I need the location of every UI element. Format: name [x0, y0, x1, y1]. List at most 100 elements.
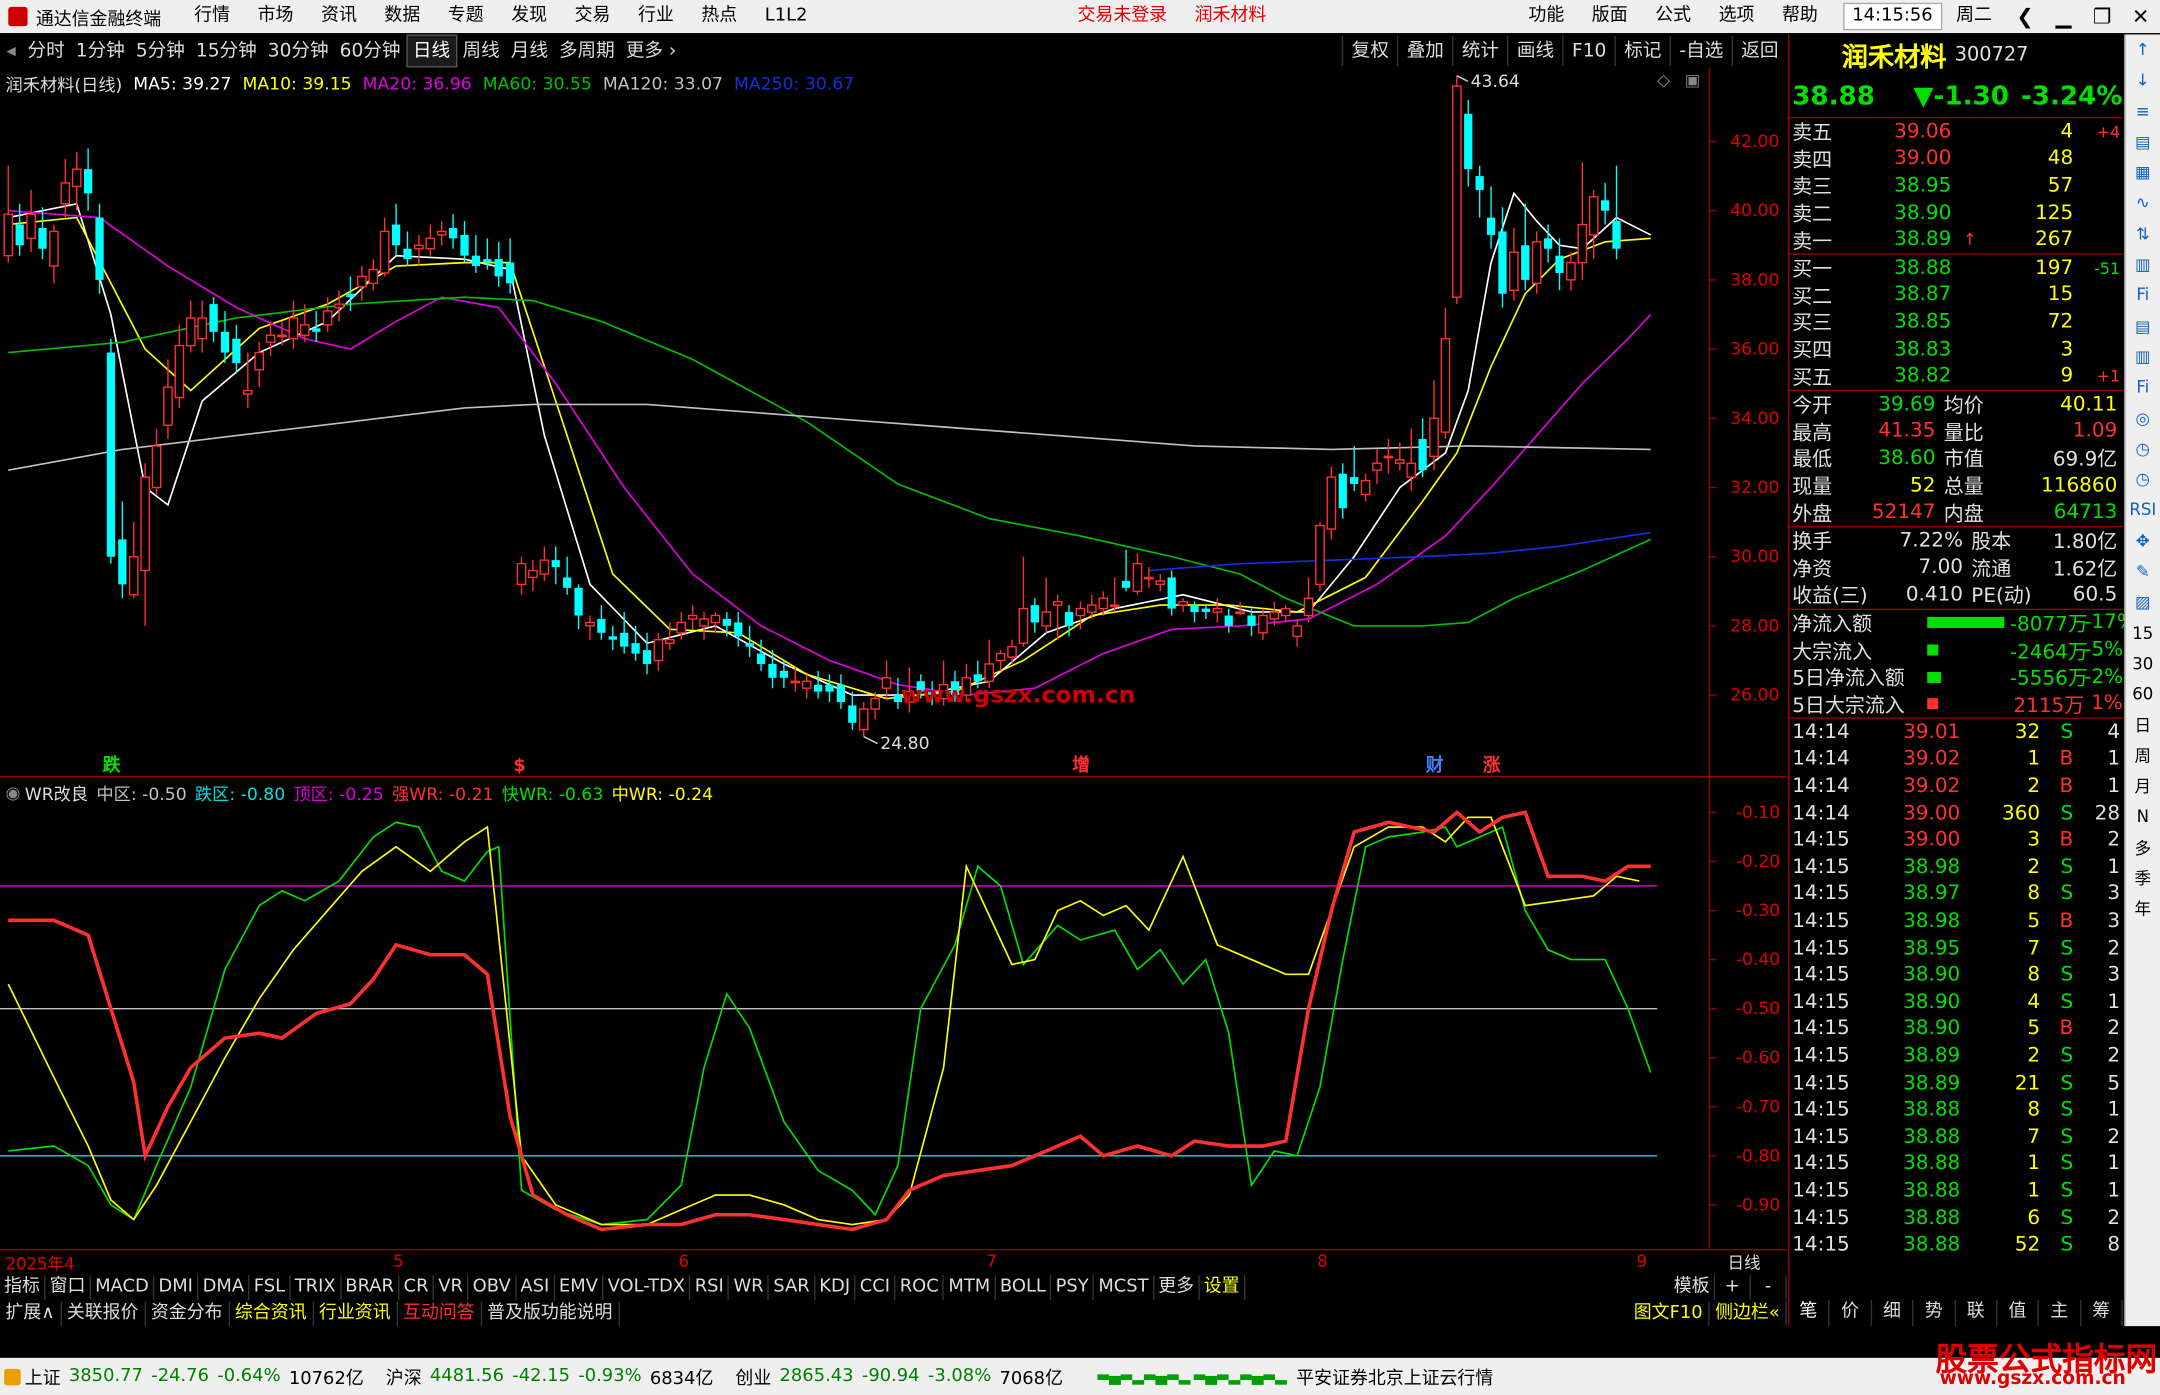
indicator-tab[interactable]: SAR [769, 1274, 816, 1300]
index-ticker[interactable]: 上证 3850.77 -24.76 -0.64% 10762亿 [25, 1363, 372, 1389]
tool-button[interactable]: 标记 [1614, 35, 1670, 67]
right-tab[interactable]: 势 [1914, 1299, 1956, 1327]
sidebar-tool-icon[interactable]: 30 [2126, 649, 2160, 680]
tool-button[interactable]: 叠加 [1397, 35, 1452, 67]
menu-item[interactable]: 热点 [688, 0, 751, 33]
sidebar-tool-icon[interactable]: ▤ [2126, 311, 2160, 342]
indicator-tab[interactable]: 窗口 [45, 1274, 91, 1300]
bid-row[interactable]: 买四 38.83 3 [1789, 336, 2122, 363]
sidebar-tool-icon[interactable]: ▥ [2126, 249, 2160, 280]
period-tab[interactable]: 15分钟 [190, 36, 262, 66]
menu-item[interactable]: 公式 [1641, 0, 1704, 33]
indicator-tab[interactable]: BOLL [996, 1274, 1052, 1300]
tool-button[interactable]: 复权 [1341, 35, 1397, 67]
index-ticker[interactable]: 创业 2865.43 -90.94 -3.08% 7068亿 [735, 1363, 1071, 1389]
sidebar-tool-icon[interactable]: ✥ [2126, 526, 2160, 557]
bid-row[interactable]: 买三 38.85 72 [1789, 309, 2122, 336]
sidebar-tool-icon[interactable]: 日 [2126, 710, 2160, 741]
menu-item[interactable]: 资讯 [307, 0, 370, 33]
period-tab[interactable]: 多周期 [553, 36, 620, 66]
login-status[interactable]: 交易未登录 [1064, 0, 1181, 33]
tool-button[interactable]: 返回 [1731, 35, 1787, 67]
indicator-tab[interactable]: OBV [468, 1274, 517, 1300]
collapse-icon[interactable]: ◂ [0, 40, 22, 62]
info-link[interactable]: 资金分布 [145, 1300, 230, 1326]
period-tab-selected[interactable]: 日线 [406, 34, 458, 68]
indicator-tab[interactable]: ROC [896, 1274, 945, 1300]
indicator-tab[interactable]: MTM [944, 1274, 996, 1300]
menu-item[interactable]: 功能 [1515, 0, 1578, 33]
sidebar-tool-icon[interactable]: ▥ [2126, 341, 2160, 372]
indicator-tab[interactable]: KDJ [815, 1274, 856, 1300]
right-tab[interactable]: 价 [1830, 1299, 1872, 1327]
right-tab[interactable]: 联 [1955, 1299, 1998, 1327]
tool-button[interactable]: -自选 [1669, 35, 1732, 67]
indicator-tab[interactable]: FSL [250, 1274, 291, 1300]
menu-item[interactable]: 选项 [1705, 0, 1768, 33]
info-link[interactable]: 普及版功能说明 [482, 1300, 620, 1326]
indicator-tab[interactable]: VR [434, 1274, 469, 1300]
period-tab[interactable]: 月线 [505, 36, 553, 66]
expand-link[interactable]: 扩展∧ [0, 1300, 62, 1326]
indicator-tab[interactable]: MCST [1094, 1274, 1155, 1300]
indicator-tab[interactable]: ASI [516, 1274, 555, 1300]
info-link[interactable]: 互动问答 [398, 1300, 482, 1326]
sidebar-tool-icon[interactable]: 月 [2126, 771, 2160, 802]
sidebar-tool-icon[interactable]: ▤ [2126, 127, 2160, 158]
indicator-tab[interactable]: 指标 [0, 1274, 46, 1300]
minimize-icon[interactable]: ▁ [2044, 4, 2083, 29]
indicator-tab[interactable]: RSI [691, 1274, 730, 1300]
sidebar-tool-icon[interactable]: ▨ [2126, 587, 2160, 618]
mini-trend-icon[interactable]: ▬▄▬▂▬▄▬▂ ▬▄▬▂▬▄▬▂ [1096, 1367, 1287, 1385]
menu-item[interactable]: 行业 [624, 0, 687, 33]
sidebar-tool-icon[interactable]: ◎ [2126, 403, 2160, 434]
info-link[interactable]: 行业资讯 [313, 1300, 398, 1326]
sidebar-tool-icon[interactable]: 多 [2126, 833, 2160, 864]
menu-item[interactable]: 数据 [371, 0, 434, 33]
sidebar-tool-icon[interactable]: Fi [2126, 280, 2160, 311]
sidebar-tool-icon[interactable]: 15 [2126, 618, 2160, 649]
period-more[interactable]: 更多 › [620, 36, 682, 66]
period-tab[interactable]: 周线 [457, 36, 505, 66]
sidebar-tool-icon[interactable]: Fi [2126, 372, 2160, 403]
sidebar-tool-icon[interactable]: ∿ [2126, 188, 2160, 219]
sidebar-tool-icon[interactable]: ↓ [2126, 65, 2160, 96]
info-link-active[interactable]: 综合资讯 [229, 1300, 314, 1326]
tool-button[interactable]: 画线 [1507, 35, 1562, 67]
tool-button[interactable]: F10 [1562, 35, 1614, 67]
menu-item[interactable]: 专题 [434, 0, 497, 33]
sidebar-tool-icon[interactable]: ✎ [2126, 556, 2160, 587]
ask-row[interactable]: 卖二 38.90 125 [1789, 199, 2122, 226]
menu-item[interactable]: 市场 [244, 0, 307, 33]
settings-tab[interactable]: 设置 [1200, 1274, 1246, 1300]
menu-item[interactable]: 帮助 [1768, 0, 1831, 33]
menu-item[interactable]: 发现 [497, 0, 560, 33]
sidebar-tool-icon[interactable]: 季 [2126, 863, 2160, 894]
right-tab[interactable]: 筹 [2081, 1299, 2123, 1327]
indicator-tab[interactable]: CCI [856, 1274, 896, 1300]
sidebar-tool-icon[interactable]: ≡ [2126, 96, 2160, 127]
bid-row[interactable]: 买五 38.82 9 +1 [1789, 363, 2122, 390]
menu-item[interactable]: L1L2 [751, 0, 821, 33]
tick-list[interactable]: 14:14 39.01 32 S 4 14:14 39.02 1 B 1 14:14 39.02 2 B 1… [1789, 719, 2122, 1259]
sidebar-tool-icon[interactable]: N [2126, 802, 2160, 833]
right-tab[interactable]: 主 [2039, 1299, 2081, 1327]
ask-row[interactable]: 卖三 38.95 57 [1789, 172, 2122, 199]
indicator-tab[interactable]: CR [400, 1274, 435, 1300]
period-tab[interactable]: 1分钟 [70, 36, 130, 66]
remove-window-button[interactable]: - [1751, 1274, 1787, 1300]
sidebar-toggle[interactable]: 侧边栏« [1710, 1300, 1787, 1326]
kline-chart[interactable]: 42.00 40.00 38.00 36.00 34.00 32.00 30.00 28.00… [0, 67, 1787, 779]
ask-row[interactable]: 卖五 39.06 4 +4 [1789, 118, 2122, 145]
sidebar-tool-icon[interactable]: ↑ [2126, 34, 2160, 65]
tool-button[interactable]: 统计 [1452, 35, 1507, 67]
menu-item[interactable]: 交易 [561, 0, 624, 33]
indicator-tab[interactable]: 更多 [1154, 1274, 1200, 1300]
indicator-tab[interactable]: TRIX [291, 1274, 342, 1300]
indicator-tab[interactable]: EMV [555, 1274, 604, 1300]
bid-row[interactable]: 买一 38.88 197 -51 [1789, 255, 2122, 282]
right-tab[interactable]: 值 [1997, 1299, 2040, 1327]
period-tab[interactable]: 30分钟 [262, 36, 334, 66]
indicator-title[interactable]: WR改良 [25, 779, 88, 805]
index-ticker[interactable]: 沪深 4481.56 -42.15 -0.93% 6834亿 [386, 1363, 722, 1389]
